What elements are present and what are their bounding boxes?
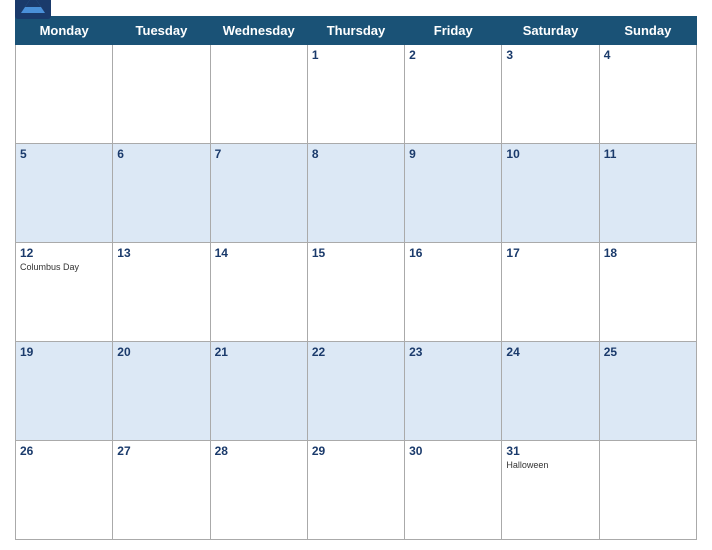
calendar-week-row: 56789 10 11 <box>16 144 697 243</box>
calendar-cell <box>210 45 307 144</box>
day-number: 27 <box>117 444 205 458</box>
day-number: 18 <box>604 246 692 260</box>
calendar-cell: 2 <box>405 45 502 144</box>
day-number: 4 <box>604 48 692 62</box>
day-number: 6 <box>117 147 205 161</box>
day-number: 26 <box>20 444 108 458</box>
calendar-event: Halloween <box>506 460 594 470</box>
logo <box>15 0 51 29</box>
day-number: 3 <box>506 48 594 62</box>
day-number: 19 <box>20 345 108 359</box>
calendar-cell: 24 <box>502 342 599 441</box>
calendar-cell: 26 <box>16 441 113 540</box>
calendar-cell: 10 <box>502 144 599 243</box>
calendar-cell: 11 <box>599 144 696 243</box>
weekday-header-tuesday: Tuesday <box>113 17 210 45</box>
calendar-cell: 21 <box>210 342 307 441</box>
day-number: 17 <box>506 246 594 260</box>
calendar-cell: 7 <box>210 144 307 243</box>
day-number: 10 <box>506 147 594 161</box>
calendar-cell: 16 <box>405 243 502 342</box>
day-number: 20 <box>117 345 205 359</box>
calendar-cell <box>16 45 113 144</box>
weekday-header-saturday: Saturday <box>502 17 599 45</box>
calendar-cell: 5 <box>16 144 113 243</box>
weekday-header-wednesday: Wednesday <box>210 17 307 45</box>
day-number: 12 <box>20 246 108 260</box>
day-number: 31 <box>506 444 594 458</box>
calendar-week-row: 1234 <box>16 45 697 144</box>
day-number: 28 <box>215 444 303 458</box>
calendar-week-row: 26 27 28 29 30 31 Halloween <box>16 441 697 540</box>
weekday-header-friday: Friday <box>405 17 502 45</box>
calendar-cell: 19 <box>16 342 113 441</box>
calendar-cell: 13 <box>113 243 210 342</box>
day-number: 16 <box>409 246 497 260</box>
weekday-header-thursday: Thursday <box>307 17 404 45</box>
day-number: 1 <box>312 48 400 62</box>
day-number: 29 <box>312 444 400 458</box>
weekday-header-row: MondayTuesdayWednesdayThursdayFridaySatu… <box>16 17 697 45</box>
calendar-cell: 17 <box>502 243 599 342</box>
day-number: 8 <box>312 147 400 161</box>
calendar-cell <box>599 441 696 540</box>
calendar-cell: 3 <box>502 45 599 144</box>
day-number: 15 <box>312 246 400 260</box>
calendar-cell: 12 Columbus Day <box>16 243 113 342</box>
calendar-cell <box>113 45 210 144</box>
calendar-cell: 9 <box>405 144 502 243</box>
calendar-cell: 28 <box>210 441 307 540</box>
calendar-event: Columbus Day <box>20 262 108 272</box>
calendar-cell: 22 <box>307 342 404 441</box>
day-number: 2 <box>409 48 497 62</box>
calendar-cell: 27 <box>113 441 210 540</box>
calendar-cell: 1 <box>307 45 404 144</box>
calendar-cell: 29 <box>307 441 404 540</box>
calendar-cell: 30 <box>405 441 502 540</box>
day-number: 13 <box>117 246 205 260</box>
day-number: 21 <box>215 345 303 359</box>
day-number: 7 <box>215 147 303 161</box>
calendar-cell: 4 <box>599 45 696 144</box>
calendar-cell: 15 <box>307 243 404 342</box>
day-number: 30 <box>409 444 497 458</box>
calendar-week-row: 19 20 21 22 23 24 25 <box>16 342 697 441</box>
calendar-cell: 23 <box>405 342 502 441</box>
calendar-week-row: 12 Columbus Day 13 14 15 16 17 18 <box>16 243 697 342</box>
day-number: 9 <box>409 147 497 161</box>
day-number: 25 <box>604 345 692 359</box>
day-number: 24 <box>506 345 594 359</box>
calendar-cell: 6 <box>113 144 210 243</box>
calendar-cell: 31 Halloween <box>502 441 599 540</box>
day-number: 11 <box>604 147 692 161</box>
calendar-cell: 8 <box>307 144 404 243</box>
weekday-header-sunday: Sunday <box>599 17 696 45</box>
calendar-cell: 25 <box>599 342 696 441</box>
day-number: 22 <box>312 345 400 359</box>
calendar-cell: 20 <box>113 342 210 441</box>
day-number: 23 <box>409 345 497 359</box>
day-number: 14 <box>215 246 303 260</box>
calendar-cell: 18 <box>599 243 696 342</box>
calendar-cell: 14 <box>210 243 307 342</box>
day-number: 5 <box>20 147 108 161</box>
calendar-table: MondayTuesdayWednesdayThursdayFridaySatu… <box>15 16 697 540</box>
